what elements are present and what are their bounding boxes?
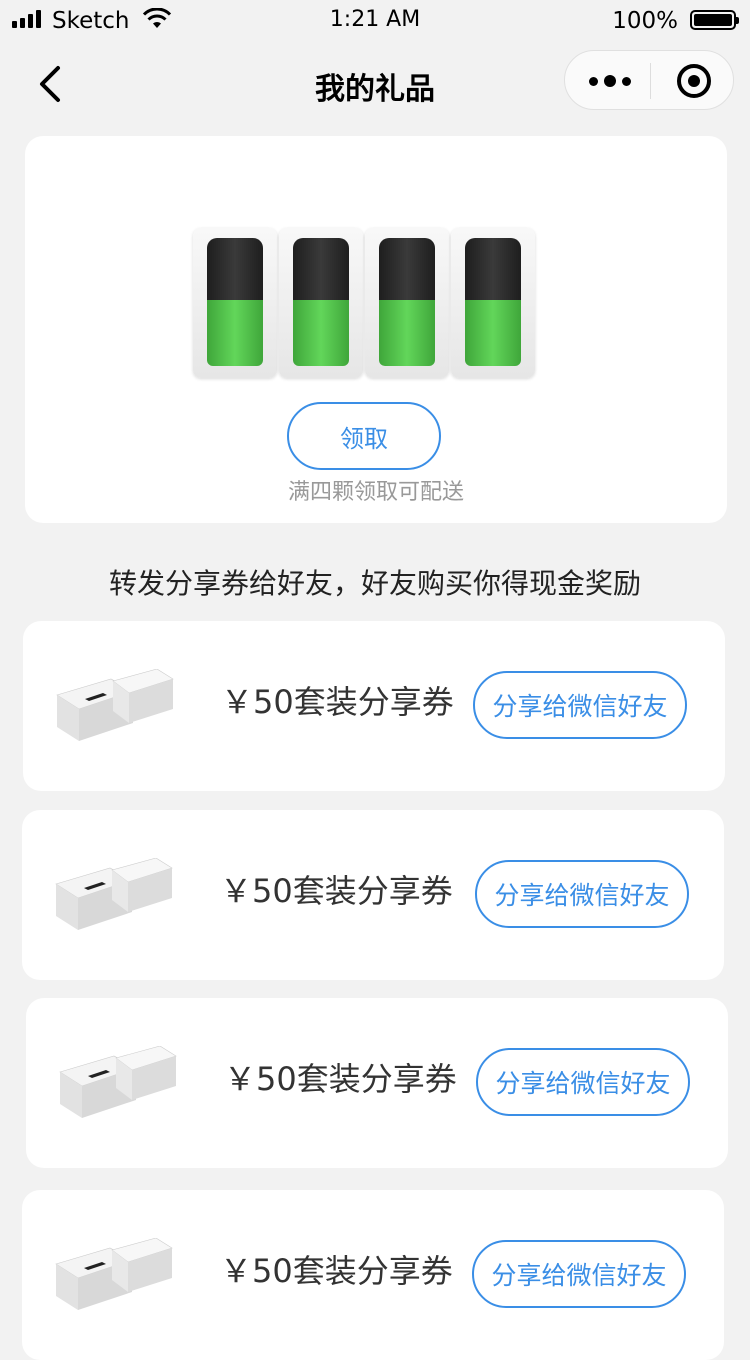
- capsule-divider: [650, 63, 651, 99]
- claim-note: 满四颗领取可配送: [287, 480, 464, 505]
- nav-bar: 我的礼品: [0, 44, 750, 128]
- coupon-row: ￥50套装分享券 分享给微信好友: [22, 810, 724, 980]
- claim-button[interactable]: 领取: [287, 402, 441, 470]
- coupon-title: ￥50套装分享券: [224, 1060, 457, 1098]
- battery-icon: [690, 10, 739, 30]
- coupon-row: ￥50套装分享券 分享给微信好友: [26, 998, 728, 1168]
- share-to-wechat-button[interactable]: 分享给微信好友: [472, 1240, 686, 1308]
- pod-image: [365, 228, 449, 378]
- pod-image: [193, 228, 277, 378]
- coupon-title: ￥50套装分享券: [220, 872, 453, 910]
- more-dots-icon[interactable]: [589, 75, 631, 87]
- share-to-wechat-button[interactable]: 分享给微信好友: [476, 1048, 690, 1116]
- promo-text: 转发分享券给好友，好友购买你得现金奖励: [108, 567, 641, 600]
- pod-image: [279, 228, 363, 378]
- coupon-title: ￥50套装分享券: [221, 683, 454, 721]
- pod-image: [451, 228, 535, 378]
- battery-percent: 100%: [612, 8, 678, 34]
- product-box-image: [59, 1046, 177, 1118]
- product-box-image: [56, 669, 174, 741]
- coupon-row: ￥50套装分享券 分享给微信好友: [23, 621, 725, 791]
- mini-program-capsule: [564, 50, 734, 110]
- pod-images: [193, 228, 535, 378]
- product-box-image: [55, 858, 173, 930]
- coupon-row: ￥50套装分享券 分享给微信好友: [22, 1190, 724, 1360]
- share-to-wechat-button[interactable]: 分享给微信好友: [473, 671, 687, 739]
- coupon-title: ￥50套装分享券: [220, 1252, 453, 1290]
- gift-card: 领取 满四颗领取可配送: [25, 136, 727, 523]
- status-bar: Sketch 1:21 AM 100%: [0, 0, 750, 44]
- product-box-image: [55, 1238, 173, 1310]
- share-to-wechat-button[interactable]: 分享给微信好友: [475, 860, 689, 928]
- target-icon[interactable]: [677, 64, 711, 98]
